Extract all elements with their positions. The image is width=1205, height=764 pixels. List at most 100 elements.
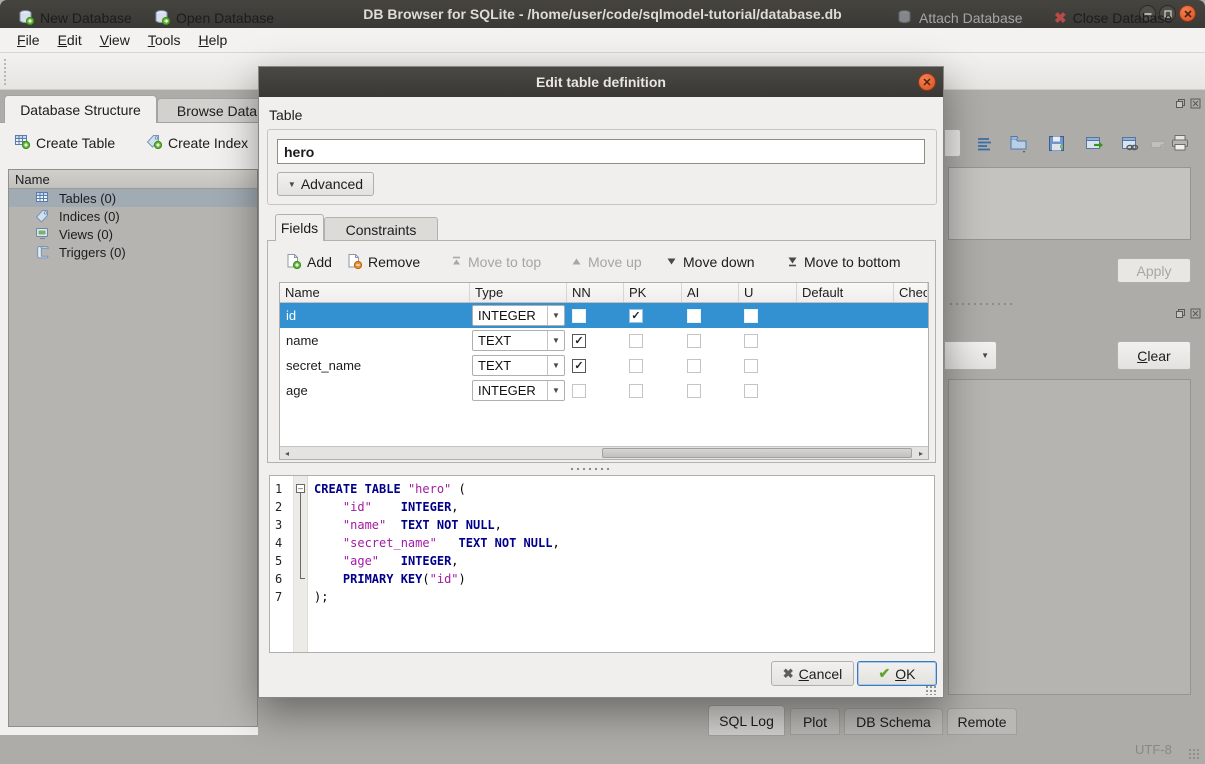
dialog-close-icon[interactable]: ✕ [918,73,936,91]
tab-fields[interactable]: Fields [275,214,324,241]
ai-checkbox[interactable] [687,384,701,398]
tree-item-indices[interactable]: Indices (0) [9,207,257,225]
nn-checkbox[interactable]: ✓ [572,334,586,348]
field-name-cell[interactable]: secret_name [280,358,470,373]
field-name-cell[interactable]: age [280,383,470,398]
field-type-value: TEXT [473,358,547,373]
dialog-resize-grip[interactable] [925,685,937,695]
nn-checkbox[interactable] [572,384,586,398]
pk-checkbox[interactable] [629,334,643,348]
text-mode-icon[interactable] [972,131,996,155]
cell-editor-textarea[interactable] [948,167,1191,240]
clear-log-button[interactable]: Clear [1117,341,1191,370]
menu-edit[interactable]: Edit [49,30,91,50]
print-icon[interactable] [1168,131,1192,155]
field-row-secret_name[interactable]: secret_nameTEXT▼ ✓ [280,353,928,378]
sql-log-area[interactable] [948,379,1191,695]
save-file-icon[interactable] [1044,131,1068,155]
dock-close-icon[interactable] [1190,306,1201,322]
pk-checkbox[interactable] [629,384,643,398]
cancel-button[interactable]: ✖ Cancel [771,661,854,686]
field-row-age[interactable]: ageINTEGER▼ [280,378,928,403]
menu-tools[interactable]: Tools [139,30,190,50]
menu-help[interactable]: Help [190,30,237,50]
window-resize-grip[interactable] [1188,748,1200,760]
tab-database-structure[interactable]: Database Structure [4,95,157,123]
dock-close-icon[interactable] [1190,96,1201,112]
grid-header-default[interactable]: Default [797,283,894,302]
bottom-tab-sql-log[interactable]: SQL Log [708,705,785,736]
close-icon[interactable] [1179,5,1196,22]
menu-file[interactable]: File [8,30,49,50]
advanced-button[interactable]: ▼ Advanced [277,172,374,196]
u-checkbox[interactable] [744,384,758,398]
add-field-button[interactable]: Add [285,249,332,275]
fields-grid-hscrollbar[interactable]: ◂ ▸ [280,446,928,459]
grid-header-ai[interactable]: AI [682,283,739,302]
new-database-button[interactable]: New Database [14,4,136,32]
fold-collapse-icon[interactable]: – [296,484,305,493]
field-type-combo[interactable]: TEXT▼ [472,355,565,376]
tree-item-tables[interactable]: Tables (0) [9,189,257,207]
close-database-button[interactable]: ✖ Close Database [1050,4,1176,32]
tab-constraints[interactable]: Constraints [324,217,438,241]
field-type-combo[interactable]: INTEGER▼ [472,305,565,326]
pk-checkbox[interactable] [629,359,643,373]
field-type-combo[interactable]: INTEGER▼ [472,380,565,401]
table-name-input[interactable]: hero [277,139,925,164]
grid-header-u[interactable]: U [739,283,797,302]
tree-header-name[interactable]: Name [9,170,257,189]
field-row-name[interactable]: nameTEXT▼ ✓ [280,328,928,353]
dock-float-icon[interactable] [1175,96,1186,112]
move-to-top-button[interactable]: Move to top [451,249,541,275]
dock-float-icon[interactable] [1175,306,1186,322]
ai-checkbox[interactable] [687,359,701,373]
nn-checkbox[interactable]: ✓ [572,359,586,373]
bottom-tab-remote[interactable]: Remote [947,708,1017,735]
u-checkbox[interactable] [744,334,758,348]
move-down-button[interactable]: Move down [666,249,755,275]
tree-item-views[interactable]: Views (0) [9,225,257,243]
field-row-id[interactable]: idINTEGER▼ ✓ [280,303,928,328]
scroll-right-icon[interactable]: ▸ [914,447,928,459]
field-type-combo[interactable]: TEXT▼ [472,330,565,351]
field-name-cell[interactable]: name [280,333,470,348]
ok-button[interactable]: ✔ OK [857,661,937,686]
u-checkbox[interactable] [744,309,758,323]
grid-header-check[interactable]: Check [894,283,928,302]
u-checkbox[interactable] [744,359,758,373]
move-to-bottom-button[interactable]: Move to bottom [787,249,901,275]
grid-header-type[interactable]: Type [470,283,567,302]
export-icon[interactable] [1082,131,1106,155]
create-index-button[interactable]: Create Index [146,133,248,152]
move-up-button[interactable]: Move up [571,249,642,275]
link-icon[interactable] [1118,131,1142,155]
log-filter-combo-partial[interactable]: ▼ [944,341,997,370]
ai-checkbox[interactable] [687,309,701,323]
scroll-left-icon[interactable]: ◂ [280,447,294,459]
dialog-splitter-handle[interactable] [569,467,613,472]
hscroll-handle[interactable] [602,448,912,458]
open-database-button[interactable]: Open Database [150,4,278,32]
dock-splitter-handle[interactable] [948,302,1014,307]
open-file-icon[interactable] [1006,131,1030,155]
tree-item-triggers[interactable]: Triggers (0) [9,243,257,261]
nn-checkbox[interactable] [572,309,586,323]
attach-database-button[interactable]: Attach Database [893,4,1027,32]
menu-view[interactable]: View [91,30,139,50]
grid-header-pk[interactable]: PK [624,283,682,302]
sql-preview-editor[interactable]: 1234567 – CREATE TABLE "hero" ( "id" INT… [269,475,935,653]
bottom-tab-db-schema[interactable]: DB Schema [844,708,943,735]
ai-checkbox[interactable] [687,334,701,348]
dialog-titlebar[interactable]: Edit table definition [259,67,943,97]
mode-combo-partial[interactable] [944,129,961,157]
toolbar-drag-handle[interactable] [3,58,8,86]
remove-field-button[interactable]: Remove [346,249,420,275]
pk-checkbox[interactable]: ✓ [629,309,643,323]
grid-header-nn[interactable]: NN [567,283,624,302]
field-name-cell[interactable]: id [280,308,470,323]
bottom-tab-plot[interactable]: Plot [790,708,840,735]
grid-header-name[interactable]: Name [280,283,470,302]
create-table-button[interactable]: Create Table [14,133,115,152]
apply-button[interactable]: Apply [1117,258,1191,283]
